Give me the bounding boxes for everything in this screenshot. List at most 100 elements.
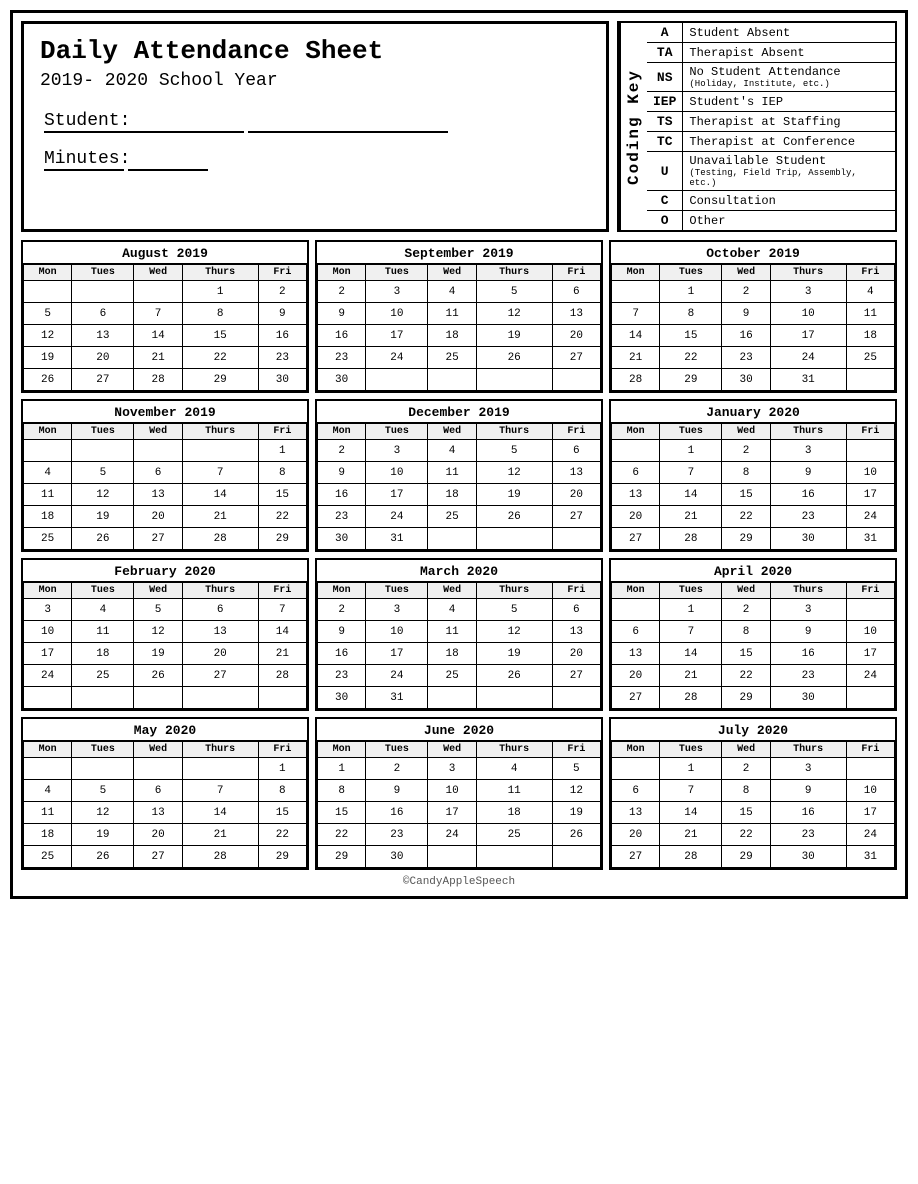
calendar-day-cell: 28 bbox=[660, 687, 722, 709]
calendar-day-cell: 6 bbox=[134, 462, 182, 484]
calendar-month: March 2020 bbox=[317, 560, 601, 582]
calendar-table: MonTuesWedThursFri1456781112131415181920… bbox=[23, 423, 307, 550]
calendar-day-cell bbox=[552, 846, 600, 868]
calendar-day-cell: 21 bbox=[660, 506, 722, 528]
calendar-day-header: Tues bbox=[366, 583, 428, 599]
calendar-day-cell: 12 bbox=[476, 303, 552, 325]
calendar-day-cell: 14 bbox=[660, 484, 722, 506]
calendar-day-cell: 30 bbox=[258, 369, 306, 391]
calendar-day-cell: 11 bbox=[476, 780, 552, 802]
calendar-day-cell: 28 bbox=[182, 528, 258, 550]
calendar-day-cell: 4 bbox=[428, 599, 476, 621]
calendar-day-header: Mon bbox=[318, 265, 366, 281]
calendar-day-cell: 8 bbox=[258, 462, 306, 484]
calendar-day-header: Mon bbox=[318, 742, 366, 758]
calendar-day-header: Tues bbox=[366, 424, 428, 440]
calendar-day-cell: 4 bbox=[428, 281, 476, 303]
calendar-day-cell: 10 bbox=[846, 462, 894, 484]
calendar-box: August 2019MonTuesWedThursFri12567891213… bbox=[21, 240, 309, 393]
calendar-day-cell bbox=[182, 440, 258, 462]
calendar-day-cell: 10 bbox=[846, 780, 894, 802]
calendar-day-cell: 7 bbox=[258, 599, 306, 621]
calendar-day-cell: 17 bbox=[770, 325, 846, 347]
calendar-box: March 2020MonTuesWedThursFri234569101112… bbox=[315, 558, 603, 711]
calendar-day-cell: 15 bbox=[660, 325, 722, 347]
calendar-day-header: Fri bbox=[846, 742, 894, 758]
calendar-month: October 2019 bbox=[611, 242, 895, 264]
calendar-day-cell bbox=[182, 687, 258, 709]
calendar-day-cell: 11 bbox=[428, 462, 476, 484]
calendar-day-cell: 30 bbox=[366, 846, 428, 868]
calendar-day-cell: 13 bbox=[612, 643, 660, 665]
calendar-day-cell: 18 bbox=[24, 824, 72, 846]
calendar-day-header: Fri bbox=[846, 265, 894, 281]
calendar-day-header: Tues bbox=[660, 424, 722, 440]
calendar-day-cell bbox=[24, 281, 72, 303]
calendar-day-cell: 17 bbox=[846, 643, 894, 665]
calendar-month: January 2020 bbox=[611, 401, 895, 423]
calendar-day-cell: 19 bbox=[476, 484, 552, 506]
calendar-day-cell: 22 bbox=[722, 506, 770, 528]
calendar-day-cell bbox=[476, 687, 552, 709]
calendar-day-header: Fri bbox=[552, 583, 600, 599]
calendar-day-cell: 9 bbox=[318, 303, 366, 325]
calendar-day-cell: 23 bbox=[258, 347, 306, 369]
calendar-day-cell: 21 bbox=[612, 347, 660, 369]
calendar-day-cell: 30 bbox=[318, 528, 366, 550]
calendar-day-cell: 12 bbox=[72, 484, 134, 506]
calendar-day-header: Fri bbox=[552, 742, 600, 758]
calendar-day-cell: 11 bbox=[428, 303, 476, 325]
calendar-day-cell: 16 bbox=[770, 484, 846, 506]
coding-key-code: O bbox=[647, 211, 683, 231]
calendar-day-cell: 5 bbox=[24, 303, 72, 325]
calendar-day-cell: 29 bbox=[182, 369, 258, 391]
coding-key-description: Other bbox=[683, 211, 895, 231]
calendar-day-cell: 18 bbox=[476, 802, 552, 824]
calendar-day-cell: 27 bbox=[552, 347, 600, 369]
coding-key-description: Unavailable Student(Testing, Field Trip,… bbox=[683, 152, 895, 191]
calendar-day-cell: 30 bbox=[770, 846, 846, 868]
calendar-day-cell: 13 bbox=[612, 484, 660, 506]
calendar-day-cell: 4 bbox=[72, 599, 134, 621]
calendar-day-cell: 12 bbox=[476, 621, 552, 643]
calendar-day-header: Thurs bbox=[476, 742, 552, 758]
calendar-day-cell: 29 bbox=[258, 846, 306, 868]
calendar-day-cell: 6 bbox=[612, 780, 660, 802]
calendar-day-cell: 20 bbox=[552, 484, 600, 506]
calendar-day-cell: 9 bbox=[258, 303, 306, 325]
page-title: Daily Attendance Sheet bbox=[40, 36, 590, 67]
calendar-day-header: Wed bbox=[428, 742, 476, 758]
calendar-day-cell: 23 bbox=[318, 665, 366, 687]
calendar-day-header: Thurs bbox=[770, 424, 846, 440]
calendar-day-cell: 29 bbox=[258, 528, 306, 550]
calendar-day-header: Tues bbox=[72, 424, 134, 440]
calendar-day-cell: 17 bbox=[366, 643, 428, 665]
calendar-day-cell: 15 bbox=[258, 484, 306, 506]
calendar-day-cell: 8 bbox=[722, 462, 770, 484]
calendar-day-cell bbox=[428, 687, 476, 709]
calendar-box: January 2020MonTuesWedThursFri1236789101… bbox=[609, 399, 897, 552]
calendar-day-cell: 20 bbox=[612, 665, 660, 687]
calendar-day-header: Wed bbox=[134, 265, 182, 281]
coding-key-code: IEP bbox=[647, 92, 683, 112]
calendar-day-cell: 26 bbox=[72, 528, 134, 550]
calendar-day-cell: 6 bbox=[134, 780, 182, 802]
calendar-day-cell: 7 bbox=[660, 462, 722, 484]
calendar-day-cell: 30 bbox=[318, 687, 366, 709]
calendar-day-cell: 30 bbox=[318, 369, 366, 391]
calendar-day-cell bbox=[72, 440, 134, 462]
calendar-day-cell: 26 bbox=[72, 846, 134, 868]
calendar-day-cell: 15 bbox=[722, 643, 770, 665]
calendar-day-cell: 6 bbox=[612, 621, 660, 643]
calendar-day-cell: 24 bbox=[428, 824, 476, 846]
calendar-box: May 2020MonTuesWedThursFri14567811121314… bbox=[21, 717, 309, 870]
calendar-day-cell: 20 bbox=[134, 824, 182, 846]
calendar-day-cell: 9 bbox=[770, 780, 846, 802]
calendar-day-cell bbox=[72, 758, 134, 780]
calendar-day-header: Mon bbox=[318, 583, 366, 599]
calendar-day-cell: 7 bbox=[660, 621, 722, 643]
calendar-day-cell: 29 bbox=[318, 846, 366, 868]
calendar-table: MonTuesWedThursFri2345691011121316171819… bbox=[317, 582, 601, 709]
calendar-day-cell: 22 bbox=[258, 824, 306, 846]
calendar-day-cell bbox=[428, 528, 476, 550]
